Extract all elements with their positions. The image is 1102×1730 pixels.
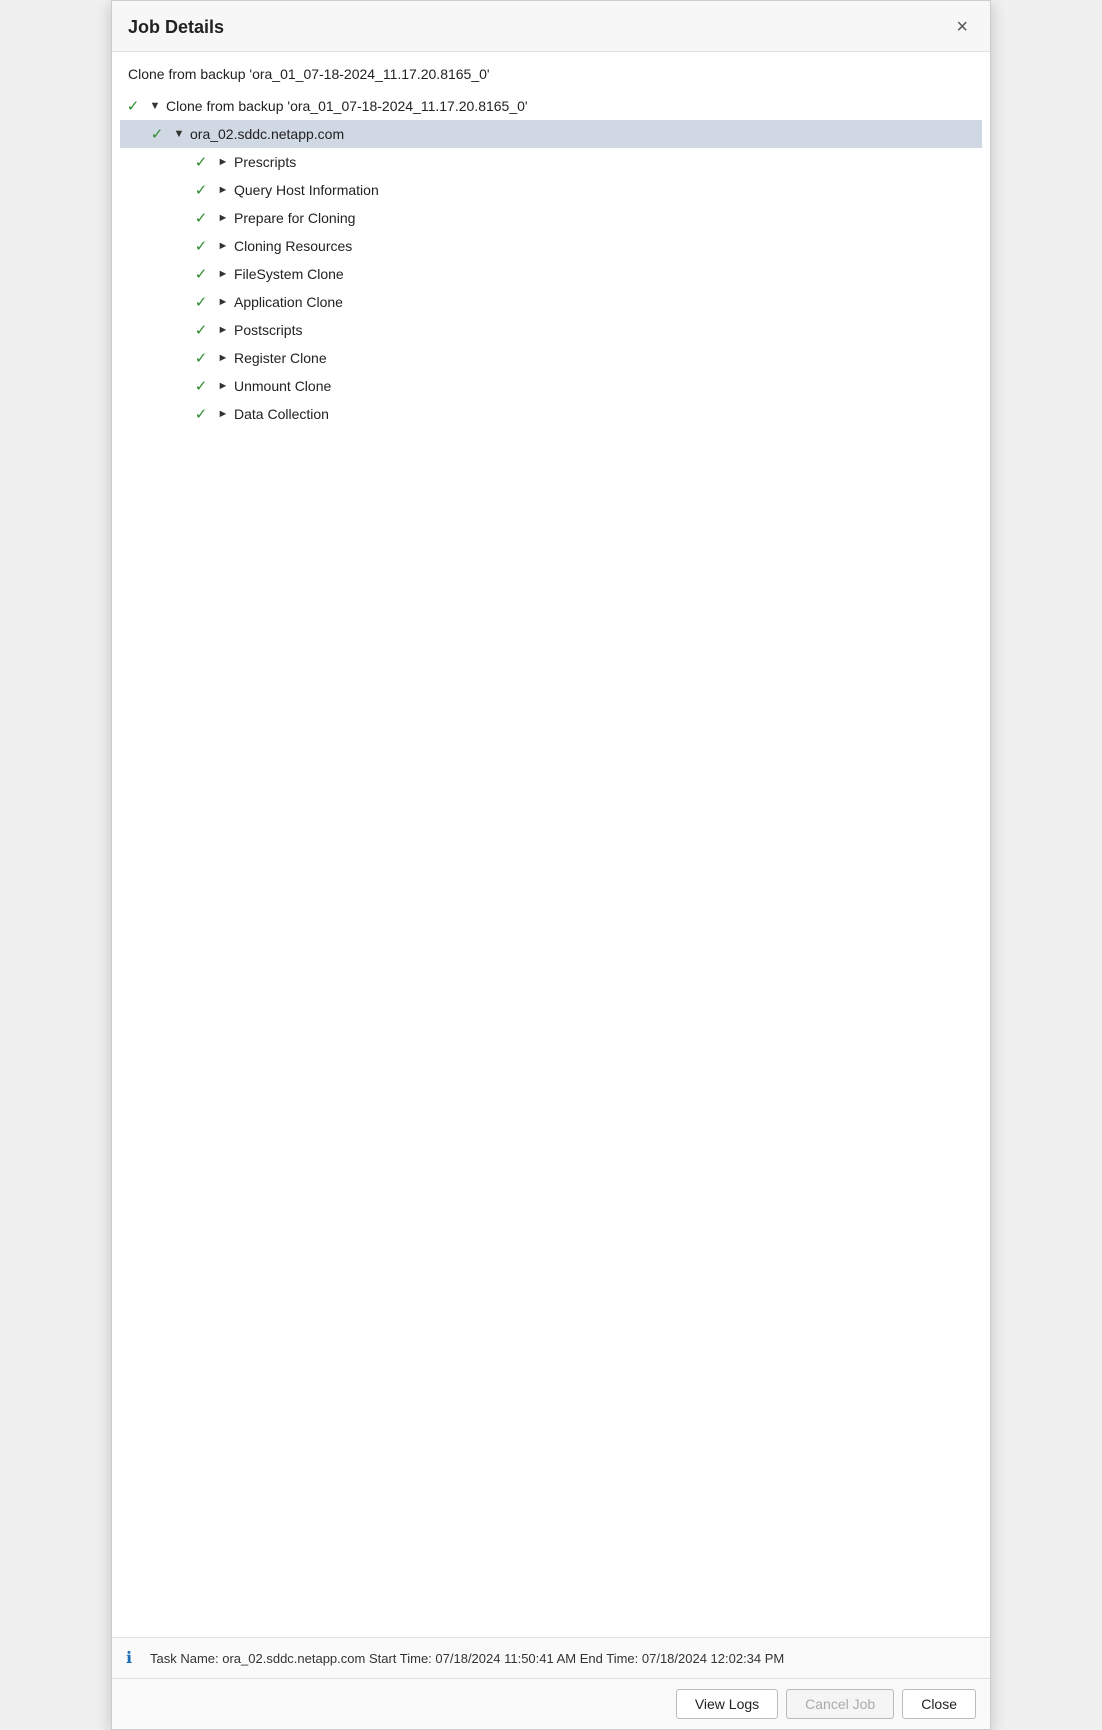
item-label-5: Application Clone <box>234 294 343 310</box>
check-icon-item-1: ✓ <box>192 181 210 199</box>
item-label-2: Prepare for Cloning <box>234 210 355 226</box>
footer-info: ℹ Task Name: ora_02.sddc.netapp.com Star… <box>112 1637 990 1678</box>
footer-buttons: View Logs Cancel Job Close <box>112 1678 990 1729</box>
tree-container: ✓ ▼ Clone from backup 'ora_01_07-18-2024… <box>112 92 990 428</box>
item-label-7: Register Clone <box>234 350 327 366</box>
expand-arrow-item-8[interactable]: ► <box>216 380 230 392</box>
expand-arrow-item-6[interactable]: ► <box>216 324 230 336</box>
tree-item-row[interactable]: ✓ ► Data Collection <box>120 400 982 428</box>
expand-arrow-item-1[interactable]: ► <box>216 184 230 196</box>
dialog-title: Job Details <box>128 17 224 38</box>
check-icon-item-0: ✓ <box>192 153 210 171</box>
check-icon-host: ✓ <box>148 125 166 143</box>
item-label-9: Data Collection <box>234 406 329 422</box>
tree-items: ✓ ► Prescripts ✓ ► Query Host Information ✓ ► Pr… <box>120 148 982 428</box>
item-label-1: Query Host Information <box>234 182 379 198</box>
dialog-header: Job Details × <box>112 1 990 52</box>
check-icon-item-6: ✓ <box>192 321 210 339</box>
tree-item-row[interactable]: ✓ ► FileSystem Clone <box>120 260 982 288</box>
dialog-body: ✓ ▼ Clone from backup 'ora_01_07-18-2024… <box>112 92 990 1637</box>
info-icon: ℹ <box>126 1648 144 1668</box>
tree-item-row[interactable]: ✓ ► Prescripts <box>120 148 982 176</box>
tree-host-row[interactable]: ✓ ▼ ora_02.sddc.netapp.com <box>120 120 982 148</box>
task-info-text: Task Name: ora_02.sddc.netapp.com Start … <box>150 1651 784 1666</box>
check-icon-item-2: ✓ <box>192 209 210 227</box>
tree-item-row[interactable]: ✓ ► Prepare for Cloning <box>120 204 982 232</box>
close-button[interactable]: Close <box>902 1689 976 1719</box>
cancel-job-button[interactable]: Cancel Job <box>786 1689 894 1719</box>
expand-arrow-root[interactable]: ▼ <box>148 100 162 112</box>
check-icon-item-7: ✓ <box>192 349 210 367</box>
tree-item-row[interactable]: ✓ ► Cloning Resources <box>120 232 982 260</box>
check-icon-item-9: ✓ <box>192 405 210 423</box>
check-icon-item-3: ✓ <box>192 237 210 255</box>
item-label-0: Prescripts <box>234 154 296 170</box>
dialog-subtitle: Clone from backup 'ora_01_07-18-2024_11.… <box>112 52 990 92</box>
item-label-4: FileSystem Clone <box>234 266 344 282</box>
check-icon-item-4: ✓ <box>192 265 210 283</box>
expand-arrow-item-0[interactable]: ► <box>216 156 230 168</box>
root-label: Clone from backup 'ora_01_07-18-2024_11.… <box>166 98 528 114</box>
expand-arrow-item-3[interactable]: ► <box>216 240 230 252</box>
job-details-dialog: Job Details × Clone from backup 'ora_01_… <box>111 0 991 1730</box>
tree-item-row[interactable]: ✓ ► Application Clone <box>120 288 982 316</box>
check-icon-item-8: ✓ <box>192 377 210 395</box>
check-icon-root: ✓ <box>124 97 142 115</box>
item-label-6: Postscripts <box>234 322 302 338</box>
tree-item-row[interactable]: ✓ ► Query Host Information <box>120 176 982 204</box>
expand-arrow-item-9[interactable]: ► <box>216 408 230 420</box>
tree-root-row[interactable]: ✓ ▼ Clone from backup 'ora_01_07-18-2024… <box>120 92 982 120</box>
view-logs-button[interactable]: View Logs <box>676 1689 778 1719</box>
tree-item-row[interactable]: ✓ ► Postscripts <box>120 316 982 344</box>
item-label-3: Cloning Resources <box>234 238 352 254</box>
check-icon-item-5: ✓ <box>192 293 210 311</box>
host-label: ora_02.sddc.netapp.com <box>190 126 344 142</box>
expand-arrow-item-2[interactable]: ► <box>216 212 230 224</box>
item-label-8: Unmount Clone <box>234 378 331 394</box>
expand-arrow-item-7[interactable]: ► <box>216 352 230 364</box>
expand-arrow-host[interactable]: ▼ <box>172 128 186 140</box>
tree-item-row[interactable]: ✓ ► Register Clone <box>120 344 982 372</box>
expand-arrow-item-4[interactable]: ► <box>216 268 230 280</box>
tree-item-row[interactable]: ✓ ► Unmount Clone <box>120 372 982 400</box>
expand-arrow-item-5[interactable]: ► <box>216 296 230 308</box>
close-icon[interactable]: × <box>950 15 974 39</box>
